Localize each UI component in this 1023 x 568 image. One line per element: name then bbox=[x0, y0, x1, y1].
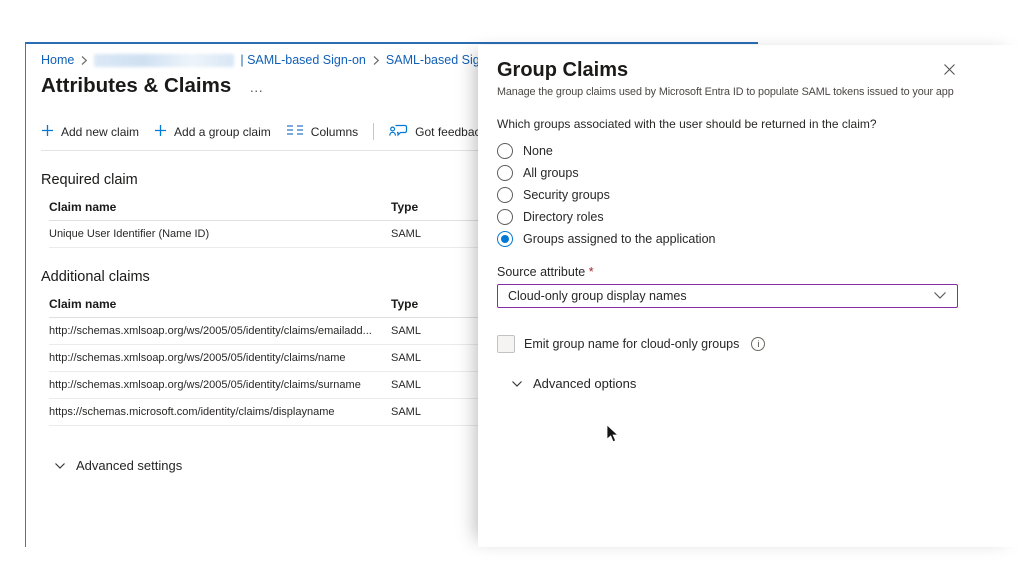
advanced-options-label: Advanced options bbox=[533, 376, 636, 391]
plus-icon bbox=[41, 124, 54, 140]
radio-icon bbox=[497, 209, 513, 225]
emit-group-name-label: Emit group name for cloud-only groups bbox=[524, 337, 739, 351]
feedback-icon bbox=[389, 122, 408, 141]
panel-title: Group Claims bbox=[497, 59, 958, 82]
screen: Home | SAML-based Sign-on SAML-based Sig… bbox=[0, 0, 1023, 568]
page-title: Attributes & Claims bbox=[41, 74, 231, 98]
close-icon[interactable] bbox=[936, 56, 962, 82]
checkbox-icon bbox=[497, 335, 515, 353]
group-claims-question: Which groups associated with the user sh… bbox=[497, 117, 958, 131]
radio-icon bbox=[497, 143, 513, 159]
radio-option-all-groups[interactable]: All groups bbox=[497, 162, 958, 184]
groups-radio-group: None All groups Security groups Director… bbox=[497, 140, 958, 250]
claim-name-cell: http://schemas.xmlsoap.org/ws/2005/05/id… bbox=[49, 352, 391, 364]
toolbar-divider bbox=[373, 123, 374, 140]
chevron-right-icon bbox=[372, 55, 380, 66]
required-asterisk: * bbox=[589, 265, 594, 279]
chevron-down-icon bbox=[54, 458, 66, 473]
column-claim-name: Claim name bbox=[49, 297, 391, 311]
radio-icon bbox=[497, 165, 513, 181]
add-new-claim-button[interactable]: Add new claim bbox=[41, 124, 139, 140]
claim-name-cell: http://schemas.xmlsoap.org/ws/2005/05/id… bbox=[49, 379, 391, 391]
columns-button[interactable]: Columns bbox=[286, 124, 358, 139]
info-icon[interactable]: i bbox=[751, 337, 765, 351]
columns-label: Columns bbox=[311, 125, 358, 139]
radio-icon bbox=[497, 187, 513, 203]
radio-label: None bbox=[523, 144, 553, 158]
claim-name-cell: https://schemas.microsoft.com/identity/c… bbox=[49, 406, 391, 418]
radio-option-groups-assigned[interactable]: Groups assigned to the application bbox=[497, 228, 958, 250]
radio-label: Directory roles bbox=[523, 210, 604, 224]
breadcrumb-home-link[interactable]: Home bbox=[41, 53, 74, 67]
chevron-down-icon bbox=[933, 289, 947, 303]
advanced-settings-label: Advanced settings bbox=[76, 458, 182, 473]
group-claims-panel: Group Claims Manage the group claims use… bbox=[478, 45, 1023, 547]
chevron-right-icon bbox=[80, 55, 88, 66]
dropdown-selected-value: Cloud-only group display names bbox=[508, 289, 687, 303]
add-new-claim-label: Add new claim bbox=[61, 125, 139, 139]
breadcrumb-saml-signon-link[interactable]: | SAML-based Sign-on bbox=[240, 53, 366, 67]
radio-label: All groups bbox=[523, 166, 579, 180]
breadcrumb-app-name-redacted bbox=[94, 54, 234, 67]
source-attribute-label: Source attribute * bbox=[497, 265, 958, 279]
chevron-down-icon bbox=[511, 376, 523, 391]
column-claim-name: Claim name bbox=[49, 200, 391, 214]
columns-icon bbox=[286, 124, 304, 139]
claim-name-cell: Unique User Identifier (Name ID) bbox=[49, 228, 391, 240]
add-group-claim-button[interactable]: Add a group claim bbox=[154, 124, 271, 140]
radio-option-security-groups[interactable]: Security groups bbox=[497, 184, 958, 206]
panel-subtitle: Manage the group claims used by Microsof… bbox=[497, 86, 955, 98]
advanced-options-toggle[interactable]: Advanced options bbox=[511, 376, 636, 391]
radio-option-directory-roles[interactable]: Directory roles bbox=[497, 206, 958, 228]
source-attribute-label-text: Source attribute bbox=[497, 265, 585, 279]
radio-option-none[interactable]: None bbox=[497, 140, 958, 162]
advanced-settings-toggle[interactable]: Advanced settings bbox=[54, 458, 182, 473]
claim-name-cell: http://schemas.xmlsoap.org/ws/2005/05/id… bbox=[49, 325, 391, 337]
emit-group-name-checkbox[interactable]: Emit group name for cloud-only groups i bbox=[497, 335, 958, 353]
radio-label: Groups assigned to the application bbox=[523, 232, 716, 246]
source-attribute-dropdown[interactable]: Cloud-only group display names bbox=[497, 284, 958, 308]
plus-icon bbox=[154, 124, 167, 140]
add-group-claim-label: Add a group claim bbox=[174, 125, 271, 139]
more-options-icon[interactable]: … bbox=[249, 79, 264, 95]
radio-label: Security groups bbox=[523, 188, 610, 202]
radio-icon bbox=[497, 231, 513, 247]
